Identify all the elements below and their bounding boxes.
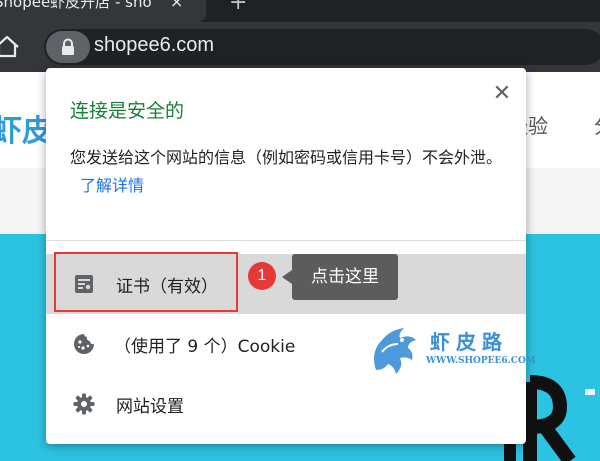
connection-description: 您发送给这个网站的信息（例如密码或信用卡号）不会外泄。了解详情 [70, 144, 510, 200]
watermark: 虾皮路 WWW.SHOPEE6.COM [368, 322, 536, 382]
url-text: shopee6.com [94, 34, 215, 56]
site-settings-label: 网站设置 [116, 397, 184, 417]
site-logo[interactable]: 虾皮 [0, 106, 52, 150]
callout-tooltip: 点击这里 [282, 254, 398, 300]
site-nav-item[interactable]: 分 [594, 110, 600, 139]
new-tab-button[interactable]: + [229, 0, 247, 15]
gear-icon [73, 393, 95, 415]
site-settings-item[interactable]: 网站设置 [46, 374, 526, 434]
browser-tab[interactable]: Shopee虾皮开店 - sho × [0, 0, 206, 22]
watermark-url: WWW.SHOPEE6.COM [426, 356, 536, 366]
dragon-logo-icon [374, 328, 416, 374]
tab-title: Shopee虾皮开店 - sho [0, 0, 152, 11]
step-number-badge: 1 [248, 262, 276, 290]
tab-close-icon[interactable]: × [170, 0, 183, 11]
learn-more-link[interactable]: 了解详情 [80, 176, 144, 195]
address-bar[interactable]: shopee6.com [44, 29, 600, 65]
close-icon[interactable]: ✕ [490, 82, 514, 106]
browser-toolbar: shopee6.com [0, 22, 600, 72]
highlight-box [54, 252, 238, 312]
divider [46, 240, 526, 241]
cookies-label: （使用了 9 个）Cookie [114, 337, 296, 357]
home-icon[interactable] [0, 36, 22, 58]
site-info-button[interactable] [46, 31, 90, 63]
lock-icon [62, 38, 74, 55]
cookie-icon [74, 334, 94, 354]
connection-secure-title: 连接是安全的 [70, 100, 185, 122]
description-text: 您发送给这个网站的信息（例如密码或信用卡号）不会外泄。 [70, 148, 503, 167]
watermark-name: 虾皮路 [430, 330, 508, 354]
tab-strip: Shopee虾皮开店 - sho × + [0, 0, 600, 22]
